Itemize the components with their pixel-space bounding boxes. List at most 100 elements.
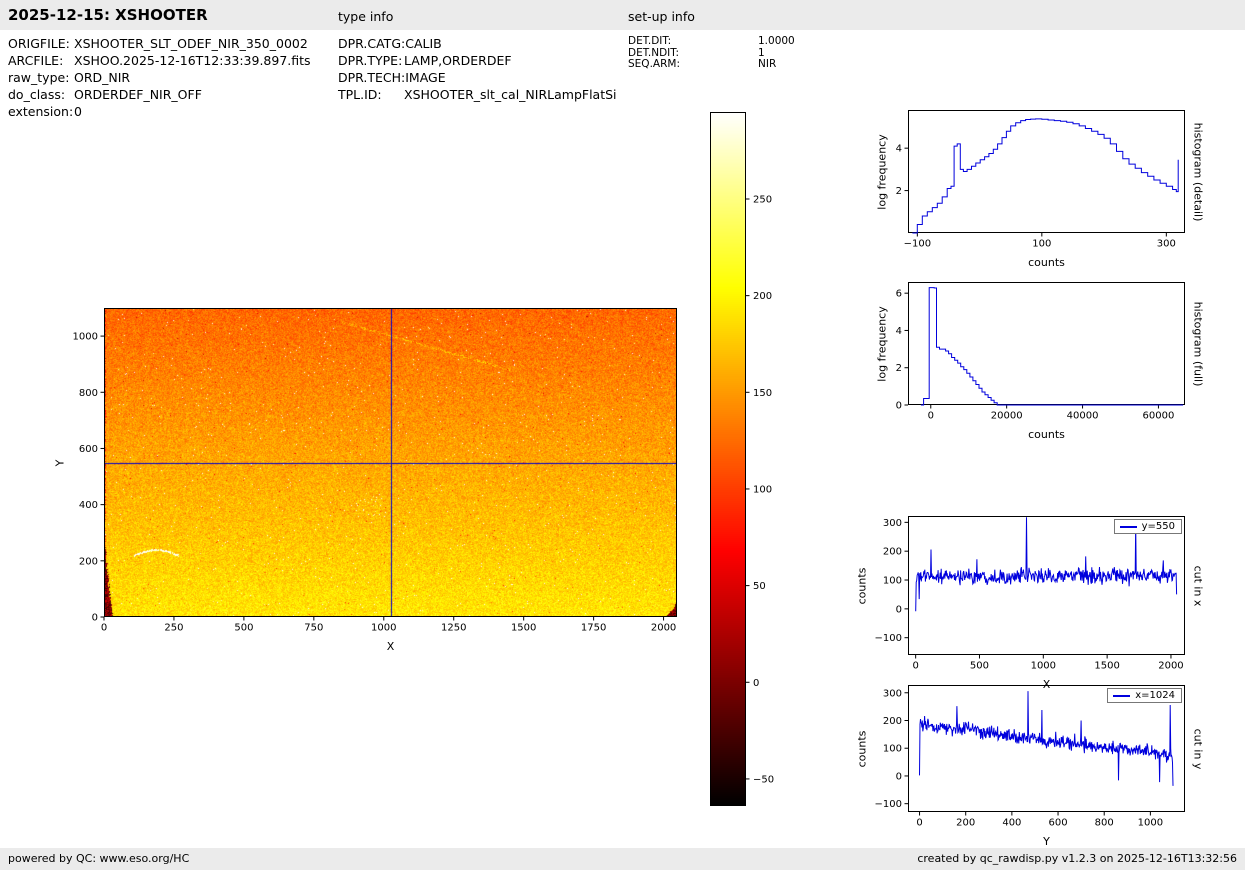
svg-text:1500: 1500 [1094,661,1119,672]
svg-text:2000: 2000 [1158,661,1183,672]
svg-text:20000: 20000 [991,411,1023,422]
footer-credit: created by qc_rawdisp.py v1.2.3 on 2025-… [917,852,1237,865]
svg-text:200: 200 [753,291,772,302]
svg-text:200: 200 [883,716,902,727]
info-label: DPR.TECH: [338,70,406,85]
info-label: raw_type: [8,70,70,85]
svg-text:6: 6 [896,289,902,300]
histogram_full-chart: 0 20000 40000 60000 0 2 4 6 [896,282,1185,422]
svg-text:2: 2 [896,363,902,374]
detector-axes: 0 250 500 750 1000 1250 1500 1750 2000 0 200 400 600… [73,308,677,634]
svg-text:200: 200 [883,547,902,558]
cut-x-y-label: counts [855,567,869,604]
svg-text:150: 150 [753,388,772,399]
info-value: ORD_NIR [74,70,131,85]
info-value: IMAGE [405,70,446,85]
svg-text:0: 0 [896,771,902,782]
cut-in-x-plot: counts cut in x X y=550 0 500 1000 1500 2000… [856,516,1205,691]
footer-bar: powered by QC: www.eso.org/HC created by… [0,848,1245,870]
legend-line-sample [1113,694,1131,697]
info-value: CALIB [405,36,442,51]
cut-y-right-label: cut in y [1191,728,1205,769]
svg-text:500: 500 [970,661,989,672]
svg-text:300: 300 [883,518,902,529]
cut-x-legend: y=550 [1113,519,1182,534]
cut-in-y-plot: counts cut in y Y x=1024 0 200 400 600 800 10… [856,685,1205,848]
svg-text:2000: 2000 [651,623,676,634]
histogram-full-y-label: log frequency [875,305,889,382]
cut-y-x-label: Y [1043,835,1050,848]
histogram-full-x-label: counts [1028,428,1065,441]
colorbar: −50 0 50 100 150 200 250 [710,112,774,806]
cut-y-legend: x=1024 [1107,688,1182,703]
detector-x-axis-label: X [386,640,395,653]
histogram-detail-y-label: log frequency [875,133,889,210]
header-bar: 2025-12-15: XSHOOTER type info set-up in… [0,0,1245,30]
histogram_detail-chart: −100 100 300 2 4 [896,110,1185,250]
svg-text:−50: −50 [753,774,774,785]
info-row-doclass: do_class: ORDERDEF_NIR_OFF [8,86,311,103]
info-value: XSHOO.2025-12-16T12:33:39.897.fits [74,53,311,68]
info-row-dprtech: DPR.TECH: IMAGE [338,69,617,86]
info-label: SEQ.ARM: [628,58,680,70]
svg-text:1000: 1000 [73,332,98,343]
info-label: ORIGFILE: [8,36,70,51]
svg-text:0: 0 [896,401,902,412]
info-value: 0 [74,104,82,119]
info-label: DET.DIT: [628,35,672,47]
svg-text:800: 800 [1095,818,1114,829]
cut_y-chart: 0 200 400 600 800 1000 −100 0 100 200 300 [875,685,1185,829]
svg-text:0: 0 [92,613,98,624]
info-row-arcfile: ARCFILE: XSHOO.2025-12-16T12:33:39.897.fi… [8,52,311,69]
cut-x-legend-label: y=550 [1141,521,1175,532]
svg-text:1000: 1000 [371,623,396,634]
svg-text:600: 600 [1048,818,1067,829]
svg-text:100: 100 [883,576,902,587]
info-label: DPR.CATG: [338,36,406,51]
svg-text:1750: 1750 [581,623,606,634]
svg-text:0: 0 [753,678,759,689]
type-info-heading: type info [338,9,394,24]
svg-text:100: 100 [883,744,902,755]
svg-text:0: 0 [928,411,934,422]
svg-text:1000: 1000 [1138,818,1163,829]
histogram-detail-x-label: counts [1028,256,1065,269]
info-label: ARCFILE: [8,53,64,68]
svg-text:750: 750 [304,623,323,634]
svg-text:200: 200 [956,818,975,829]
svg-text:100: 100 [1032,239,1051,250]
info-row-dprtype: DPR.TYPE: LAMP,ORDERDEF [338,52,617,69]
svg-text:2: 2 [896,186,902,197]
info-row-origfile: ORIGFILE: XSHOOTER_SLT_ODEF_NIR_350_0002 [8,35,311,52]
colorbar-axes: −50 0 50 100 150 200 250 [710,112,774,806]
svg-text:−100: −100 [904,239,931,250]
info-label: TPL.ID: [338,87,382,102]
svg-text:−100: −100 [875,799,902,810]
footer-left: powered by QC: www.eso.org/HC [8,852,189,865]
setup-info-heading: set-up info [628,9,695,24]
svg-text:250: 250 [164,623,183,634]
qc-link[interactable]: www.eso.org/HC [100,852,190,865]
info-value: LAMP,ORDERDEF [404,53,512,68]
svg-text:200: 200 [79,556,98,567]
info-row-detdit: DET.DIT: 1.0000 [628,35,795,48]
info-value: NIR [758,58,777,70]
legend-line-sample [1119,525,1137,528]
svg-text:800: 800 [79,388,98,399]
info-row-seqarm: SEQ.ARM: NIR [628,58,795,71]
svg-text:400: 400 [79,500,98,511]
svg-text:500: 500 [234,623,253,634]
svg-text:0: 0 [896,604,902,615]
setup-info-block: DET.DIT: 1.0000 DET.NDIT: 1 SEQ.ARM: NIR [628,35,795,71]
svg-text:4: 4 [896,326,902,337]
cut-y-y-label: counts [855,730,869,767]
info-label: DPR.TYPE: [338,53,403,68]
info-value: ORDERDEF_NIR_OFF [74,87,202,102]
file-info-block: ORIGFILE: XSHOOTER_SLT_ODEF_NIR_350_0002 … [8,35,311,120]
page-title: 2025-12-15: XSHOOTER [8,6,208,24]
svg-text:1500: 1500 [511,623,536,634]
info-label: do_class: [8,87,66,102]
svg-text:40000: 40000 [1067,411,1099,422]
info-row-rawtype: raw_type: ORD_NIR [8,69,311,86]
info-value: 1.0000 [758,35,795,47]
